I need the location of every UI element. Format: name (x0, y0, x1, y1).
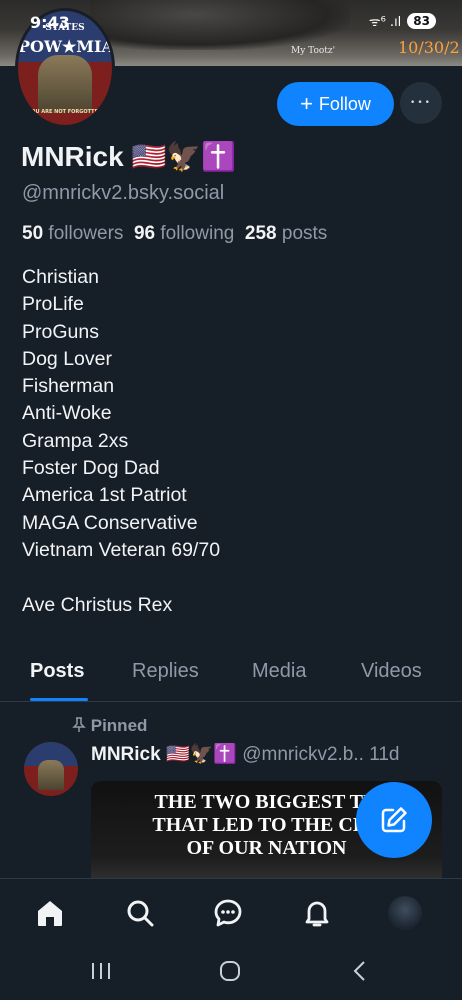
status-time: 9:43 (30, 13, 70, 32)
bio-line: Fisherman (22, 375, 115, 398)
bio-line (22, 564, 220, 591)
compose-icon (381, 807, 407, 833)
tab-videos[interactable]: Videos (361, 660, 422, 683)
post-age: 11d (369, 744, 400, 765)
banner-date-stamp: 10/30/2 (398, 38, 460, 57)
nav-home[interactable] (32, 895, 68, 931)
bio-line: ProGuns (22, 320, 99, 343)
bio-line: Foster Dog Dad (22, 457, 160, 480)
followers-count: 50 (22, 223, 44, 244)
posts-count: 258 (244, 223, 277, 244)
bio-line: Ave Christus Rex (22, 593, 173, 616)
following-stat[interactable]: 96 following (134, 223, 234, 244)
bio-line: Vietnam Veteran 69/70 (22, 538, 221, 561)
recent-apps-icon[interactable] (90, 962, 112, 980)
search-icon (127, 900, 154, 927)
pin-icon (72, 717, 86, 732)
posts-stat: 258 posts (245, 223, 327, 244)
nav-search[interactable] (122, 895, 158, 931)
post-header: MNRick 🇺🇸🦅✝️ @mnrickv2.b.. 11d (91, 742, 400, 766)
system-navigation-bar (0, 950, 462, 1000)
avatar-text-bottom: YOU ARE NOT FORGOTTEN (27, 109, 103, 115)
home-icon (38, 901, 62, 926)
follow-button-label: Follow (318, 93, 371, 114)
tab-replies[interactable]: Replies (132, 660, 199, 683)
ellipsis-icon: ••• (410, 98, 432, 108)
avatar-soldiers-statue (38, 55, 92, 113)
followers-stat[interactable]: 50 followers (22, 223, 123, 244)
banner-photo (90, 0, 350, 50)
bell-icon (305, 901, 329, 927)
compose-button[interactable] (356, 782, 432, 858)
bio-line: Christian (22, 266, 99, 288)
bottom-navigation (0, 878, 462, 950)
more-options-button[interactable]: ••• (400, 82, 442, 124)
profile-tabs: Posts Replies Media Videos (0, 650, 462, 702)
post-avatar-statue (38, 760, 64, 790)
avatar-text-main: POW★MIA (18, 37, 114, 56)
signal-icon: ᯤ⁶ .ıl (368, 15, 402, 30)
post-author-name[interactable]: MNRick 🇺🇸🦅✝️ (91, 744, 237, 765)
pinned-indicator: Pinned (72, 716, 147, 736)
follow-button[interactable]: + Follow (277, 82, 394, 126)
bio-line: MAGA Conservative (22, 511, 198, 534)
nav-chat[interactable] (210, 895, 246, 931)
tab-media[interactable]: Media (252, 660, 306, 683)
pinned-label: Pinned (90, 716, 148, 735)
profile-bio: Christian ProLife ProGuns Dog Lover Fish… (22, 264, 220, 619)
bio-line: Grampa 2xs (22, 429, 129, 452)
home-circle-icon[interactable] (219, 960, 241, 982)
battery-indicator: 83 (407, 13, 436, 29)
followers-label: followers (48, 223, 124, 244)
chat-icon (214, 899, 242, 927)
following-label: following (160, 223, 235, 244)
bio-line: ProLife (22, 293, 84, 316)
posts-label: posts (281, 223, 328, 244)
nav-profile-avatar[interactable] (388, 896, 422, 930)
post-author-avatar[interactable] (24, 742, 78, 796)
bio-line: Anti-Woke (22, 402, 112, 425)
nav-notifications[interactable] (299, 895, 335, 931)
profile-handle: @mnrickv2.bsky.social (22, 182, 225, 204)
following-count: 96 (133, 223, 156, 244)
profile-display-name: MNRick 🇺🇸🦅✝️ (21, 141, 237, 172)
profile-stats: 50 followers 96 following 258 posts (22, 223, 327, 245)
plus-icon: + (300, 91, 313, 116)
status-icons: ᯤ⁶ .ıl 83 (369, 12, 462, 30)
active-tab-indicator (30, 698, 88, 701)
tab-posts[interactable]: Posts (30, 660, 84, 683)
banner-tag-text: My Tootz' (291, 46, 336, 56)
back-icon[interactable] (352, 960, 368, 982)
bio-line: Dog Lover (22, 347, 112, 370)
bio-line: America 1st Patriot (22, 484, 187, 507)
post-author-handle[interactable]: @mnrickv2.b.. (242, 744, 364, 765)
